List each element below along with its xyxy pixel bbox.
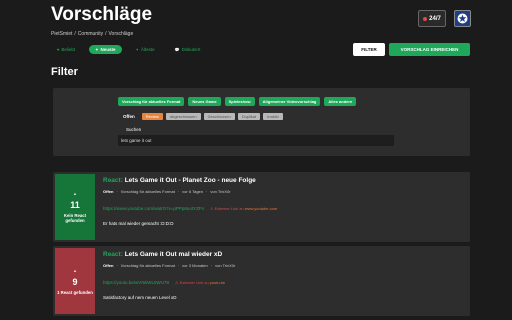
suggestion-card[interactable]: ▲ 9 1 React gefunden React: Lets Game it… <box>53 246 470 316</box>
card-title-text: Lets Game it Out - Planet Zoo - neue Fol… <box>124 177 256 184</box>
submit-suggestion-button[interactable]: VORSCHLAG EINREICHEN <box>389 43 470 56</box>
breadcrumb-link-pietsmiet[interactable]: PietSmiet <box>51 31 72 37</box>
category-chips: Vorschlag für aktuelles Format Neues Gam… <box>118 97 357 106</box>
page-title: Vorschläge <box>51 4 153 25</box>
vote-box: ▲ 11 Kein React gefunden <box>55 174 95 240</box>
card-title[interactable]: React: Lets Game it Out - Planet Zoo - n… <box>103 177 463 184</box>
status-chip-review[interactable]: Review <box>141 113 163 120</box>
card-type: Vorschlag für aktuelles Format <box>120 263 175 268</box>
external-link-domain: youtu.be <box>209 280 226 285</box>
search-label: Suchen <box>126 127 142 132</box>
filter-panel: Vorschlag für aktuelles Format Neues Gam… <box>53 88 470 156</box>
warning-icon: ⚠ <box>175 280 179 285</box>
tab-label: Älteste <box>140 46 155 52</box>
upvote-icon[interactable]: ▲ <box>73 268 77 273</box>
status-chip-abgeschlossen[interactable]: abgeschlossen <box>165 113 201 120</box>
card-meta: Offen · Vorschlag für aktuelles Format ·… <box>103 263 463 268</box>
react-status: 1 React gefunden <box>57 289 93 295</box>
vote-box: ▲ 9 1 React gefunden <box>55 248 95 314</box>
breadcrumb: PietSmiet / Community / Vorschläge <box>51 31 133 37</box>
card-link[interactable]: https://youtu.be/wVI5kWL5WU78 <box>103 280 169 285</box>
category-chip[interactable]: Spieleshow <box>224 97 255 106</box>
live-stream-badge[interactable]: 24/7 <box>418 10 446 27</box>
tab-label: Diskutiert <box>181 46 201 52</box>
react-status: Kein React gefunden <box>63 213 87 223</box>
card-link-row: https://youtu.be/wVI5kWL5WU78 ⚠ Externer… <box>103 280 463 285</box>
card-body: React: Lets Game it Out - Planet Zoo - n… <box>103 177 463 226</box>
category-chip[interactable]: Alles andere <box>324 97 357 106</box>
external-link-domain: www.youtube.com <box>244 206 278 211</box>
external-link-note: ⚠ Externer Link zu youtu.be <box>175 280 225 285</box>
breadcrumb-current: Vorschläge <box>108 31 134 37</box>
tab-label: Neuste <box>100 46 116 52</box>
card-age: vor 6 Tagen <box>182 189 204 194</box>
meta-separator: · <box>210 263 213 268</box>
sort-tabs: ♥ Beliebt ✦ Neuste ✦ Älteste 💬 Diskutier… <box>51 44 206 54</box>
external-link-note: ⚠ Externer Link zu www.youtube.com <box>210 206 277 211</box>
status-chip-duplikat[interactable]: Duplikat <box>237 113 261 120</box>
meta-separator: · <box>206 189 208 194</box>
status-chip-inaktiv[interactable]: Inaktiv <box>263 113 283 120</box>
upvote-icon[interactable]: ▲ <box>73 191 77 196</box>
meta-separator: · <box>116 263 118 268</box>
category-chip[interactable]: Allgemeiner Videovorschlag <box>258 97 321 106</box>
meta-separator: · <box>177 189 180 194</box>
card-meta: Offen · Vorschlag für aktuelles Format ·… <box>103 189 463 194</box>
vote-count: 11 <box>70 200 80 210</box>
card-author[interactable]: von TrixX0r <box>210 189 230 194</box>
tab-aelteste[interactable]: ✦ Älteste <box>130 45 161 54</box>
tab-label: Beliebt <box>61 46 76 52</box>
card-description: Satisfactory auf nem neuen Level xD <box>103 295 177 300</box>
external-link-prefix: Externer Link zu <box>214 206 244 211</box>
meta-separator: · <box>116 189 118 194</box>
status-chip-geschlossen[interactable]: Geschlossen <box>203 113 235 120</box>
card-author[interactable]: von TrixX0r <box>215 263 235 268</box>
card-tag: React: <box>103 177 123 184</box>
chat-icon: 💬 <box>174 46 180 52</box>
card-link-row: https://www.youtube.com/watch?v=pPPp8uot… <box>103 206 463 211</box>
card-type: Vorschlag für aktuelles Format <box>120 189 175 194</box>
card-body: React: Lets Game it Out mal wieder xD Of… <box>103 251 463 300</box>
card-tag: React: <box>103 251 123 258</box>
vote-count: 9 <box>72 276 78 287</box>
partner-logo-icon[interactable] <box>454 10 471 27</box>
card-status: Offen <box>103 263 114 268</box>
card-age: vor 3 Monaten <box>182 263 208 268</box>
live-dot-icon <box>423 16 428 21</box>
filter-button[interactable]: FILTER <box>353 43 385 56</box>
filter-heading: Filter <box>51 66 78 78</box>
category-chip[interactable]: Neues Game <box>188 97 221 106</box>
breadcrumb-separator: / <box>105 31 107 37</box>
status-chip-offen[interactable]: Offen <box>123 114 135 119</box>
warning-icon: ⚠ <box>209 206 214 211</box>
category-chip[interactable]: Vorschlag für aktuelles Format <box>118 97 185 106</box>
tab-diskutiert[interactable]: 💬 Diskutiert <box>169 45 207 54</box>
suggestion-card[interactable]: ▲ 11 Kein React gefunden React: Lets Gam… <box>53 172 470 242</box>
external-link-prefix: Externer Link zu <box>179 280 209 285</box>
sparkle-icon: ✦ <box>135 46 139 52</box>
search-input[interactable] <box>118 135 394 146</box>
tab-neuste[interactable]: ✦ Neuste <box>89 44 122 54</box>
card-description: Er hats mal wieder gemacht :D:D:D <box>103 221 174 226</box>
status-filter-row: Offen Review abgeschlossen Geschlossen D… <box>123 113 283 120</box>
meta-separator: · <box>177 263 180 268</box>
card-status: Offen <box>103 189 114 194</box>
card-title-text: Lets Game it Out mal wieder xD <box>124 251 223 258</box>
breadcrumb-link-community[interactable]: Community <box>78 31 103 37</box>
card-title[interactable]: React: Lets Game it Out mal wieder xD <box>103 251 463 258</box>
tab-beliebt[interactable]: ♥ Beliebt <box>51 45 81 54</box>
heart-icon: ♥ <box>57 46 60 52</box>
live-badge-label: 24/7 <box>429 15 441 22</box>
breadcrumb-separator: / <box>74 31 76 37</box>
star-emblem-icon <box>457 13 468 24</box>
sparkle-icon: ✦ <box>95 46 99 52</box>
card-link[interactable]: https://www.youtube.com/watch?v=pPPp8uot… <box>103 206 204 211</box>
